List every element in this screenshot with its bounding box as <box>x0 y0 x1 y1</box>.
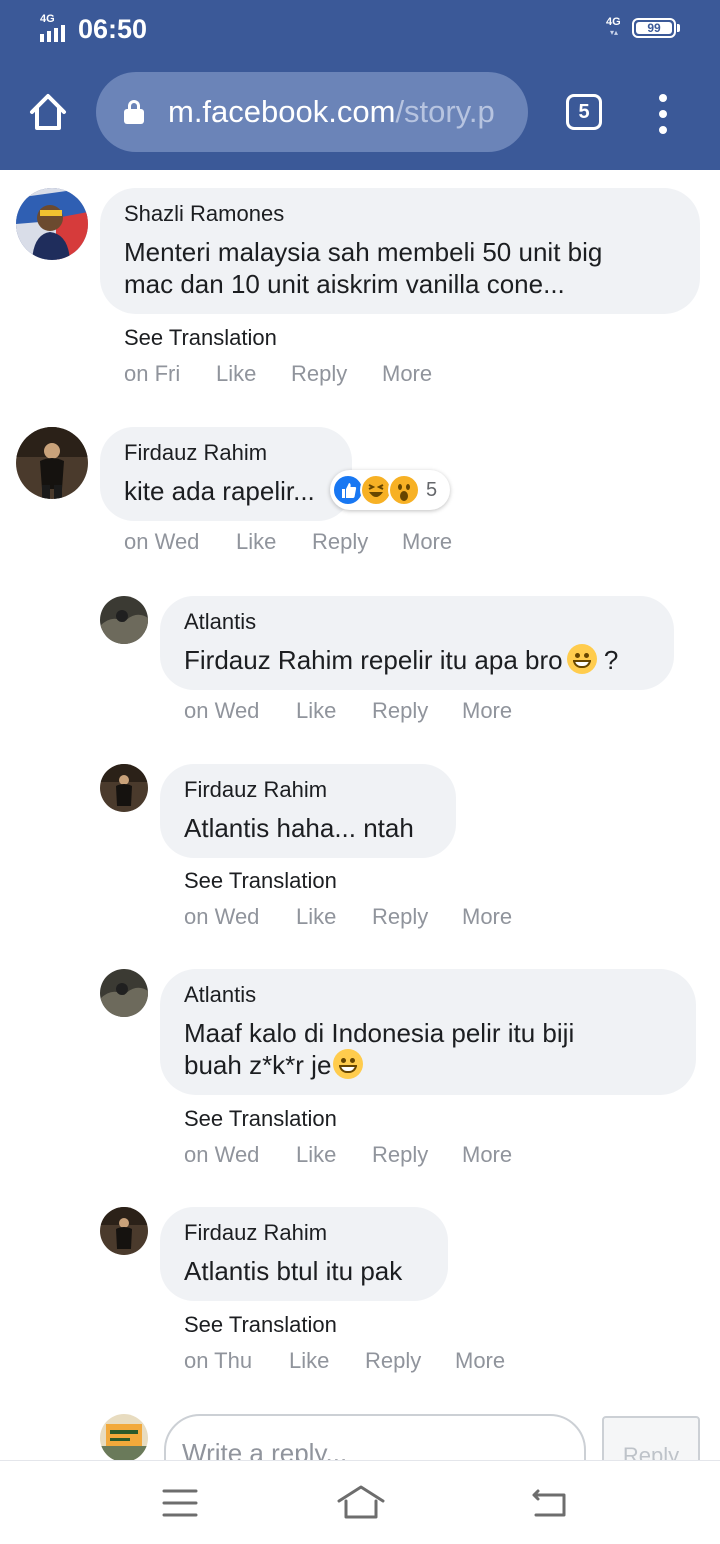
home-icon[interactable] <box>26 90 70 134</box>
url-host: m.facebook.com <box>168 94 396 129</box>
like-link[interactable]: Like <box>296 697 336 725</box>
reply-link[interactable]: Reply <box>312 528 368 556</box>
battery-level: 99 <box>647 21 661 35</box>
reply-text: Maaf kalo di Indonesia pelir itu biji bua… <box>184 1018 575 1080</box>
system-nav-bar <box>0 1460 720 1544</box>
avatar-firdauz-rahim[interactable] <box>16 427 88 499</box>
reactions-summary[interactable]: 5 <box>330 470 450 510</box>
reply-author[interactable]: Atlantis <box>184 981 256 1009</box>
reply-bubble[interactable]: Firdauz Rahim Atlantis haha... ntah <box>160 764 456 858</box>
avatar-current-user <box>100 1414 148 1460</box>
status-bar: 4G 06:50 4G ▾▴ 99 <box>0 0 720 56</box>
like-link[interactable]: Like <box>236 528 276 556</box>
more-link[interactable]: More <box>462 1141 512 1169</box>
nav-home-icon[interactable] <box>336 1483 386 1523</box>
comment-time[interactable]: on Fri <box>124 360 180 388</box>
reply-time[interactable]: on Wed <box>184 697 259 725</box>
reply-author[interactable]: Atlantis <box>184 608 256 636</box>
grin-emoji <box>566 644 597 674</box>
reply-submit-label: Reply <box>622 1443 680 1460</box>
reply-time[interactable]: on Wed <box>184 1141 259 1169</box>
like-link[interactable]: Like <box>216 360 256 388</box>
avatar-atlantis[interactable] <box>100 969 148 1017</box>
reply-bubble[interactable]: Firdauz Rahim Atlantis btul itu pak <box>160 1207 448 1301</box>
tabs-icon[interactable]: 5 <box>566 94 602 130</box>
comments-thread: Shazli Ramones Menteri malaysia sah memb… <box>0 170 720 1460</box>
reply-bubble[interactable]: Atlantis Firdauz Rahim repelir itu apa b… <box>160 596 674 690</box>
see-translation-link[interactable]: See Translation <box>184 1105 337 1133</box>
see-translation-link[interactable]: See Translation <box>184 867 337 895</box>
avatar-firdauz-rahim[interactable] <box>100 764 148 812</box>
comment-time[interactable]: on Wed <box>124 528 199 556</box>
comment-author[interactable]: Firdauz Rahim <box>124 439 267 467</box>
more-link[interactable]: More <box>402 528 452 556</box>
wow-reaction-icon <box>388 474 420 506</box>
more-link[interactable]: More <box>455 1347 505 1375</box>
avatar-atlantis[interactable] <box>100 596 148 644</box>
data-activity-icon: ▾▴ <box>610 28 619 37</box>
menu-icon[interactable] <box>652 94 676 134</box>
url-bar[interactable]: m.facebook.com/story.p <box>96 72 528 152</box>
comment-bubble[interactable]: Shazli Ramones Menteri malaysia sah memb… <box>100 188 700 314</box>
lock-icon <box>124 100 144 124</box>
reply-submit-button[interactable]: Reply <box>602 1416 700 1460</box>
reply-input[interactable]: Write a reply... <box>164 1414 586 1460</box>
more-link[interactable]: More <box>382 360 432 388</box>
clock: 06:50 <box>78 14 148 44</box>
comment-bubble[interactable]: Firdauz Rahim kite ada rapelir... <box>100 427 352 521</box>
battery-icon: 99 <box>632 18 680 38</box>
reply-author[interactable]: Firdauz Rahim <box>184 776 327 804</box>
more-link[interactable]: More <box>462 697 512 725</box>
smile-emoji <box>333 1049 364 1079</box>
reply-link[interactable]: Reply <box>372 903 428 931</box>
reply-input-placeholder: Write a reply... <box>182 1438 348 1460</box>
reply-text: Firdauz Rahim repelir itu apa bro ? <box>184 644 619 675</box>
url-path: /story.p <box>395 94 495 129</box>
like-link[interactable]: Like <box>296 903 336 931</box>
reply-text: Atlantis haha... ntah <box>184 813 414 843</box>
see-translation-link[interactable]: See Translation <box>184 1311 337 1339</box>
reply-time[interactable]: on Wed <box>184 903 259 931</box>
network-type-right: 4G <box>606 16 621 28</box>
tab-count: 5 <box>578 101 590 123</box>
reaction-count: 5 <box>426 479 438 501</box>
like-link[interactable]: Like <box>289 1347 329 1375</box>
comment-text: Menteri malaysia sah membeli 50 unit big… <box>124 237 603 299</box>
reply-bubble[interactable]: Atlantis Maaf kalo di Indonesia pelir it… <box>160 969 696 1095</box>
reply-link[interactable]: Reply <box>291 360 347 388</box>
hamburger-icon[interactable] <box>158 1483 202 1523</box>
back-icon[interactable] <box>528 1483 572 1523</box>
reply-text: Atlantis btul itu pak <box>184 1256 403 1286</box>
avatar-shazli-ramones[interactable] <box>16 188 88 260</box>
avatar-firdauz-rahim[interactable] <box>100 1207 148 1255</box>
see-translation-link[interactable]: See Translation <box>124 324 277 352</box>
comment-text: kite ada rapelir... <box>124 476 315 506</box>
reply-author[interactable]: Firdauz Rahim <box>184 1219 327 1247</box>
browser-chrome: 4G 06:50 4G ▾▴ 99 m.facebook.com/story.p… <box>0 0 720 170</box>
signal-icon: 4G <box>40 14 72 42</box>
network-type-left: 4G <box>40 13 55 25</box>
reply-link[interactable]: Reply <box>372 1141 428 1169</box>
comment-author[interactable]: Shazli Ramones <box>124 200 284 228</box>
reply-link[interactable]: Reply <box>365 1347 421 1375</box>
reply-time[interactable]: on Thu <box>184 1347 252 1375</box>
like-link[interactable]: Like <box>296 1141 336 1169</box>
more-link[interactable]: More <box>462 903 512 931</box>
url-text[interactable]: m.facebook.com/story.p <box>168 94 495 130</box>
reply-link[interactable]: Reply <box>372 697 428 725</box>
